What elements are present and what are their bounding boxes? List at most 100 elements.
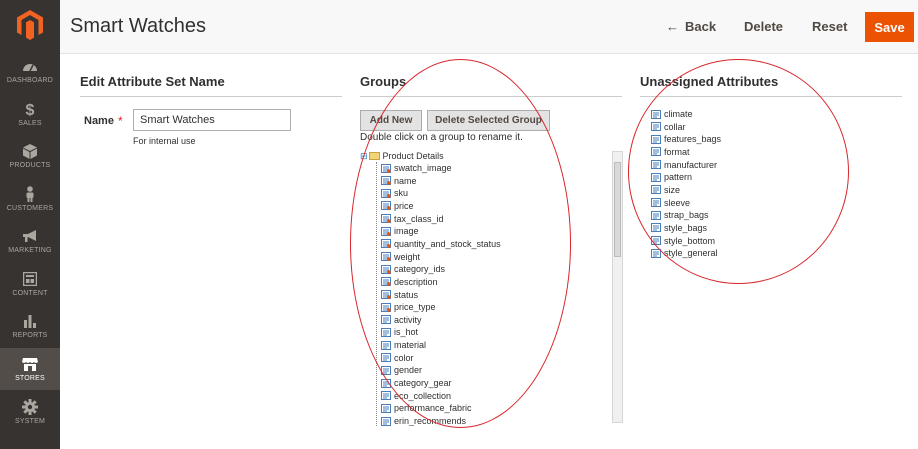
sidebar-item-stores[interactable]: STORES (0, 348, 60, 390)
tree-attribute-item[interactable]: swatch_image (381, 162, 452, 174)
unassigned-attribute-item[interactable]: style_bags (651, 222, 707, 234)
tree-attribute-label: swatch_image (394, 163, 452, 173)
tree-attribute-item[interactable]: tax_class_id (381, 213, 444, 225)
sidebar-item-marketing[interactable]: MARKETING (0, 220, 60, 262)
unassigned-attribute-item[interactable]: climate (651, 108, 693, 120)
unassigned-attribute-item[interactable]: pattern (651, 171, 692, 183)
tree-attribute-label: erin_recommends (394, 416, 467, 426)
sidebar-item-products[interactable]: PRODUCTS (0, 135, 60, 177)
sidebar-item-sales[interactable]: $ SALES (0, 93, 60, 135)
unassigned-attribute-item[interactable]: strap_bags (651, 209, 709, 221)
tree-attribute-item[interactable]: eco_collection (381, 390, 451, 402)
system-attribute-icon (381, 277, 391, 287)
folder-icon (368, 152, 380, 160)
delete-selected-group-button[interactable]: Delete Selected Group (427, 110, 550, 131)
scrollbar-thumb[interactable] (614, 162, 621, 257)
tree-attribute-label: is_hot (394, 327, 419, 338)
tree-attribute-label: status (394, 289, 419, 300)
tree-attribute-item[interactable]: category_gear (381, 377, 452, 389)
sidebar-item-label: DASHBOARD (6, 77, 54, 84)
sidebar-item-label: CONTENT (12, 290, 48, 297)
tree-attribute-item[interactable]: material (381, 339, 426, 351)
system-attribute-icon (381, 239, 391, 249)
tree-attribute-item[interactable]: sku (381, 187, 408, 199)
tree-attribute-label: description (394, 276, 438, 287)
add-new-group-button[interactable]: Add New (360, 110, 422, 131)
sidebar-item-label: MARKETING (8, 247, 52, 254)
required-asterisk: * (118, 114, 123, 128)
reset-button[interactable]: Reset (812, 19, 847, 34)
magento-logo[interactable] (0, 0, 60, 50)
name-note: For internal use (133, 136, 196, 146)
sidebar-item-customers[interactable]: CUSTOMERS (0, 178, 60, 220)
unassigned-attribute-item[interactable]: style_general (651, 247, 718, 259)
unassigned-attribute-label: strap_bags (664, 210, 709, 221)
unassigned-attribute-item[interactable]: manufacturer (651, 159, 717, 171)
tree-attribute-item[interactable]: erin_recommends (381, 415, 466, 426)
sidebar-item-system[interactable]: SYSTEM (0, 391, 60, 433)
unassigned-attribute-item[interactable]: sleeve (651, 197, 690, 209)
tree-attribute-label: color (394, 352, 414, 363)
system-attribute-icon (381, 201, 391, 211)
system-attribute-icon (381, 188, 391, 198)
tree-attribute-label: name (394, 175, 417, 186)
admin-sidebar: DASHBOARD $ SALES PRODUCTS CUSTOMERS MARKETIN… (0, 0, 60, 449)
unassigned-attribute-label: collar (664, 121, 686, 132)
delete-button[interactable]: Delete (744, 19, 783, 34)
sidebar-item-dashboard[interactable]: DASHBOARD (0, 50, 60, 92)
tree-attribute-item[interactable]: description (381, 276, 438, 288)
set-name-input[interactable] (133, 109, 291, 131)
tree-attribute-label: activity (394, 314, 422, 325)
tree-attribute-item[interactable]: price_type (381, 301, 436, 313)
name-label: Name (84, 115, 114, 127)
tree-attribute-item[interactable]: name (381, 175, 417, 187)
tree-attribute-item[interactable]: gender (381, 364, 422, 376)
unassigned-attribute-item[interactable]: collar (651, 121, 686, 133)
attribute-icon (651, 198, 661, 208)
tree-attribute-item[interactable]: is_hot (381, 326, 418, 338)
tree-attribute-item[interactable]: image (381, 225, 419, 237)
sidebar-item-label: SYSTEM (15, 418, 45, 425)
dashboard-icon (22, 58, 38, 74)
unassigned-attribute-item[interactable]: style_bottom (651, 235, 715, 247)
tree-attribute-label: category_ids (394, 264, 446, 275)
attribute-icon (651, 248, 661, 258)
collapse-toggle-icon[interactable]: ⊟ (360, 151, 368, 162)
attribute-icon (381, 403, 391, 413)
section-divider (640, 96, 902, 97)
unassigned-attribute-item[interactable]: format (651, 146, 690, 158)
system-attribute-icon (381, 226, 391, 236)
tree-attribute-item[interactable]: category_ids (381, 263, 445, 275)
tree-scrollbar[interactable] (612, 151, 623, 423)
system-attribute-icon (381, 264, 391, 274)
section-divider (360, 96, 622, 97)
tree-attribute-item[interactable]: weight (381, 251, 420, 263)
save-button[interactable]: Save (865, 12, 914, 42)
tree-connector (376, 162, 377, 426)
page-title: Smart Watches (70, 15, 206, 37)
tree-attribute-item[interactable]: color (381, 352, 414, 364)
back-button[interactable]: ← Back (666, 19, 716, 34)
sidebar-item-reports[interactable]: REPORTS (0, 305, 60, 347)
attribute-icon (651, 134, 661, 144)
attribute-icon (651, 109, 661, 119)
unassigned-attribute-item[interactable]: features_bags (651, 133, 721, 145)
unassigned-attribute-item[interactable]: size (651, 184, 680, 196)
tree-attribute-item[interactable]: performance_fabric (381, 402, 472, 414)
system-attribute-icon (381, 176, 391, 186)
tree-attribute-label: eco_collection (394, 390, 452, 401)
sidebar-item-label: SALES (18, 120, 42, 127)
attribute-icon (651, 147, 661, 157)
system-attribute-icon (381, 163, 391, 173)
tree-attribute-item[interactable]: activity (381, 314, 422, 326)
attribute-icon (651, 223, 661, 233)
sidebar-item-content[interactable]: CONTENT (0, 263, 60, 305)
tree-attribute-item[interactable]: price (381, 200, 414, 212)
unassigned-attribute-label: style_bottom (664, 235, 716, 246)
tree-group-product-details[interactable]: ⊟ Product Details (360, 150, 444, 162)
tree-attribute-item[interactable]: status (381, 289, 418, 301)
sidebar-item-label: STORES (15, 375, 45, 382)
tree-attribute-label: material (394, 340, 427, 351)
tree-attribute-item[interactable]: quantity_and_stock_status (381, 238, 501, 250)
tree-attribute-label: gender (394, 365, 423, 376)
